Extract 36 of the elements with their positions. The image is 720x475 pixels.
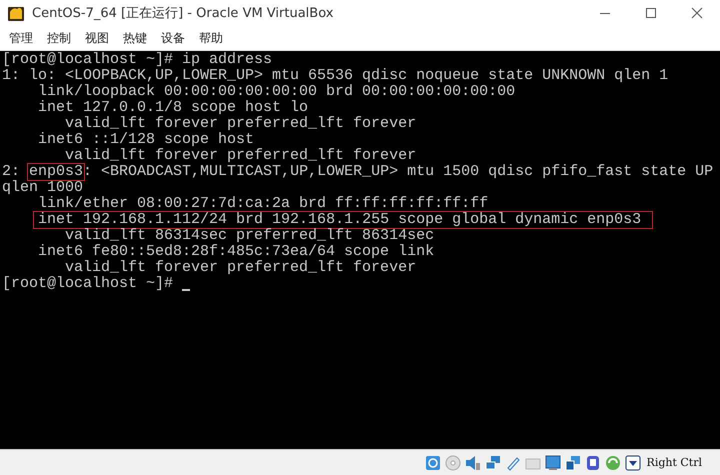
host-key-label: Right Ctrl [646,456,702,469]
terminal-text: inet6 fe80::5ed8:28f:485c:73ea/64 scope link [37,244,434,260]
menu-item[interactable]: 帮助 [192,28,230,48]
terminal-text: valid_lft 86314sec preferred_lft 86314sec [64,228,434,244]
network-icon[interactable] [484,454,501,470]
close-icon [691,7,703,19]
terminal-text: [root@localhost ~]# ip address [2,52,272,68]
terminal-text: link/ether 08:00:27:7d:ca:2a brd ff:ff:ff:ff:ff:ff [37,196,488,212]
menu-item[interactable]: 设备 [154,28,192,48]
terminal-text: : <BROADCAST,MULTICAST,UP,LOWER_UP> mtu 1500 qdisc pfifo_fast state UP [83,164,714,180]
speaker-icon[interactable] [464,454,481,470]
terminal-text: 1: lo: <LOOPBACK,UP,LOWER_UP> mtu 65536 qdisc noqueue state UNKNOWN qlen 1 [2,68,668,84]
maximize-icon [645,7,657,19]
menu-item[interactable]: 管理 [2,28,40,48]
optical-disc-icon[interactable] [444,454,461,470]
terminal-text: link/loopback 00:00:00:00:00:00 brd 00:00:00:00:00:00 [37,84,516,100]
terminal-text: 2: [2,164,22,180]
highlighted-text: inet 192.168.1.112/24 brd 192.168.1.255 scope global dynamic enp0s3 [34,212,652,228]
app-icon [8,5,24,21]
highlighted-text: enp0s3 [28,164,84,180]
chip-icon[interactable] [584,454,601,470]
terminal-text: inet6 ::1/128 scope host [37,132,254,148]
windows-icon[interactable] [564,454,581,470]
usb-icon[interactable] [504,454,521,470]
menu-item[interactable]: 热键 [116,28,154,48]
terminal-text: [root@localhost ~]# [2,276,174,292]
arrow-down-icon[interactable] [624,454,641,470]
terminal-text: qlen 1000 [2,180,84,196]
terminal-text: inet 127.0.0.1/8 scope host lo [37,100,308,116]
menu-item[interactable]: 控制 [40,28,78,48]
window-title: CentOS-7_64 [正在运行] - Oracle VM VirtualBox [32,5,334,22]
terminal-text: valid_lft forever preferred_lft forever [64,260,416,276]
terminal-text: valid_lft forever preferred_lft forever [64,116,416,132]
display-icon[interactable] [544,454,561,470]
menu-item[interactable]: 视图 [78,28,116,48]
terminal-text: valid_lft forever preferred_lft forever [64,148,416,164]
